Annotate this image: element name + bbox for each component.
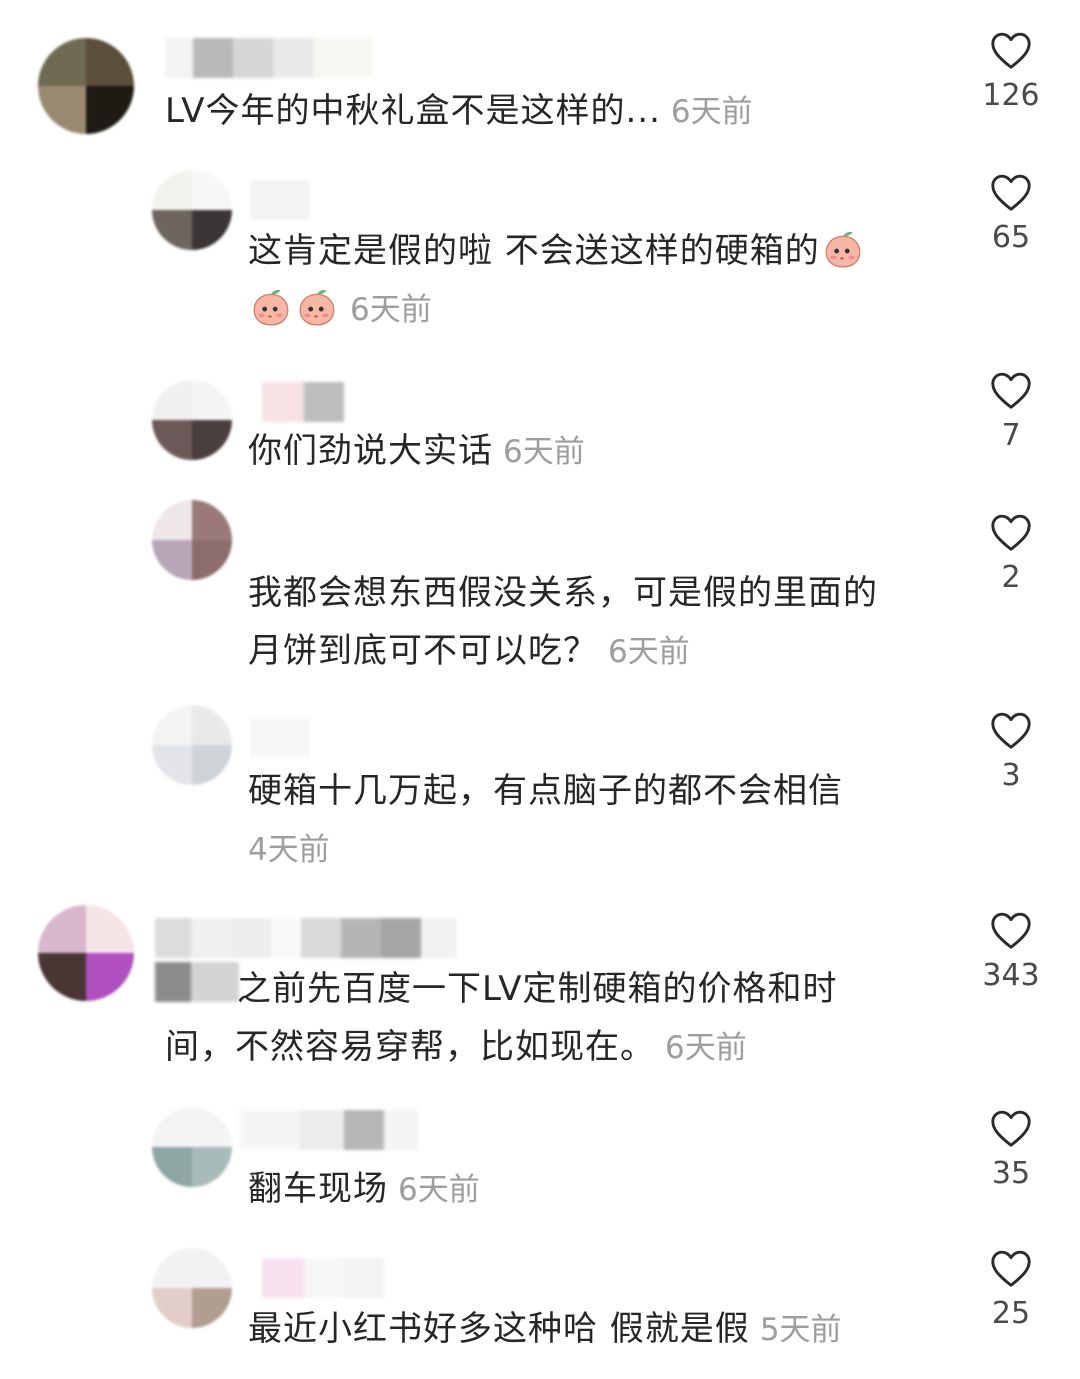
heart-outline-icon (991, 174, 1031, 211)
comment-body: 硬箱十几万起，有点脑子的都不会相信 (248, 771, 843, 811)
heart-outline-icon (991, 1250, 1031, 1287)
comment-time: 4天前 (248, 832, 330, 868)
comment-time: 6天前 (670, 94, 753, 130)
comment-time: 6天前 (398, 1172, 480, 1208)
comment-body-line1: 我都会想东西假没关系，可是假的里面的 (248, 573, 878, 613)
comment-text: 最近小红书好多这种哈 假就是假 5天前 (248, 1300, 842, 1359)
like-button[interactable]: 343 (966, 910, 1056, 993)
comment-text: 翻车现场 6天前 (248, 1160, 480, 1219)
avatar[interactable] (152, 1248, 232, 1328)
comment-body-line2: 间，不然容易穿帮，比如现在。 (165, 1027, 655, 1067)
username-blurred[interactable] (165, 38, 373, 78)
avatar[interactable] (38, 38, 134, 134)
username-blurred[interactable] (240, 1110, 418, 1150)
like-count: 126 (982, 78, 1040, 113)
heart-outline-icon (991, 32, 1031, 69)
username-blurred[interactable] (155, 918, 457, 958)
avatar[interactable] (38, 905, 134, 1001)
avatar[interactable] (152, 705, 232, 785)
comment-body: 最近小红书好多这种哈 假就是假 (248, 1309, 750, 1349)
heart-outline-icon (991, 1110, 1031, 1147)
comment-body: 翻车现场 (248, 1169, 388, 1209)
comment-text: 之前先百度一下LV定制硬箱的价格和时间，不然容易穿帮，比如现在。 6天前 (165, 960, 925, 1077)
username-blurred[interactable] (250, 180, 310, 220)
comment-text: 我都会想东西假没关系，可是假的里面的 月饼到底可不可以吃？ 6天前 (248, 564, 878, 681)
like-count: 25 (991, 1296, 1031, 1331)
comment-text: 这肯定是假的啦 不会送这样的硬箱的 6天前 (248, 222, 928, 339)
heart-outline-icon (991, 514, 1031, 551)
username-blurred[interactable] (262, 1258, 384, 1298)
comment-body: LV今年的中秋礼盒不是这样的... (165, 91, 661, 131)
comment-body-line1: 之前先百度一下LV定制硬箱的价格和时 (237, 969, 838, 1009)
comment-body: 你们劲说大实话 (248, 431, 493, 471)
blushing-peach-emoji (299, 289, 335, 326)
heart-outline-icon (991, 912, 1031, 949)
comment-time: 6天前 (503, 434, 585, 470)
avatar[interactable] (152, 1107, 232, 1187)
like-count: 7 (1001, 418, 1021, 453)
comment-time: 6天前 (608, 634, 690, 670)
username-blurred[interactable] (262, 382, 344, 422)
like-button[interactable]: 7 (966, 370, 1056, 453)
comment-time: 6天前 (665, 1030, 747, 1066)
like-button[interactable]: 3 (966, 710, 1056, 793)
heart-outline-icon (991, 372, 1031, 409)
like-count: 35 (991, 1156, 1031, 1191)
blushing-peach-emoji (825, 231, 861, 268)
comment-text: 硬箱十几万起，有点脑子的都不会相信 4天前 (248, 762, 843, 879)
blushing-peach-emoji (253, 289, 289, 326)
heart-outline-icon (991, 712, 1031, 749)
avatar[interactable] (152, 500, 232, 580)
like-button[interactable]: 2 (966, 512, 1056, 595)
like-button[interactable]: 126 (966, 30, 1056, 113)
like-count: 65 (991, 220, 1031, 255)
like-button[interactable]: 25 (966, 1248, 1056, 1331)
comment-text: 你们劲说大实话 6天前 (248, 422, 585, 481)
avatar[interactable] (152, 170, 232, 250)
comment-time: 6天前 (350, 292, 432, 328)
like-button[interactable]: 65 (966, 172, 1056, 255)
like-count: 2 (1001, 560, 1021, 595)
comment-body: 这肯定是假的啦 不会送这样的硬箱的 (248, 231, 820, 271)
comment-body-line2: 月饼到底可不可以吃？ (248, 631, 598, 671)
comment-text: LV今年的中秋礼盒不是这样的... 6天前 (165, 82, 753, 141)
like-button[interactable]: 35 (966, 1108, 1056, 1191)
username-blurred[interactable] (250, 718, 310, 758)
comment-time: 5天前 (759, 1312, 842, 1348)
avatar[interactable] (152, 380, 232, 460)
like-count: 343 (982, 958, 1040, 993)
like-count: 3 (1001, 758, 1021, 793)
